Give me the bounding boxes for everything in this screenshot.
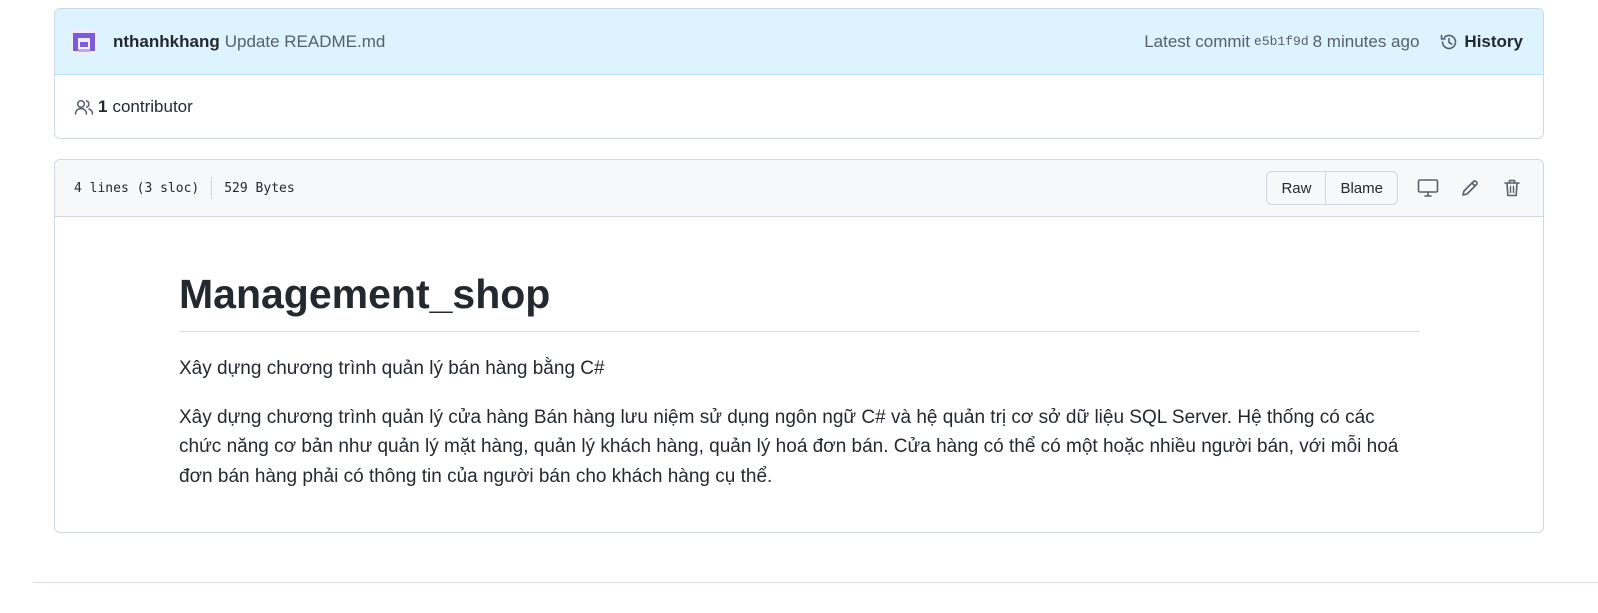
commit-sha-link[interactable]: e5b1f9d (1254, 34, 1309, 49)
history-label: History (1464, 31, 1523, 51)
contributor-label[interactable]: contributor (112, 97, 192, 117)
commit-box: nthanhkhang Update README.md Latest comm… (54, 8, 1544, 139)
readme-paragraph-2: Xây dựng chương trình quản lý cửa hàng B… (179, 406, 1399, 487)
author-avatar[interactable] (71, 28, 97, 55)
trash-icon (1504, 179, 1520, 197)
latest-commit-label: Latest commit (1144, 31, 1251, 51)
file-info-divider (211, 177, 213, 199)
open-desktop-button[interactable] (1416, 176, 1440, 200)
history-link[interactable]: History (1439, 32, 1523, 52)
file-header: 4 lines (3 sloc) 529 Bytes Raw Blame (55, 160, 1543, 217)
desktop-icon (1417, 179, 1439, 197)
history-icon (1441, 34, 1457, 49)
file-line-count: 4 lines (3 sloc) (74, 180, 200, 196)
footer-divider (33, 582, 1598, 583)
readme-title: Management_shop (179, 269, 1420, 332)
file-view-button-group: Raw Blame (1266, 171, 1398, 205)
delete-file-button[interactable] (1500, 176, 1524, 200)
blame-button[interactable]: Blame (1325, 172, 1397, 204)
pencil-icon (1462, 180, 1478, 196)
readme-paragraph-1: Xây dựng chương trình quản lý bán hàng b… (179, 358, 605, 379)
people-icon (74, 99, 94, 115)
edit-file-button[interactable] (1458, 176, 1482, 200)
commit-message-link[interactable]: Update README.md (225, 32, 386, 52)
raw-button[interactable]: Raw (1267, 172, 1325, 204)
file-size: 529 Bytes (224, 180, 295, 196)
latest-commit-bar: nthanhkhang Update README.md Latest comm… (55, 9, 1543, 75)
contributors-bar: 1 contributor (55, 75, 1543, 138)
commit-time: 8 minutes ago (1312, 31, 1420, 51)
avatar-identicon-icon (73, 32, 95, 52)
file-box: 4 lines (3 sloc) 529 Bytes Raw Blame Man… (54, 159, 1544, 533)
contributor-count[interactable]: 1 (98, 97, 107, 117)
readme-content: Management_shop Xây dựng chương trình qu… (179, 217, 1420, 491)
commit-author-link[interactable]: nthanhkhang (113, 32, 220, 52)
